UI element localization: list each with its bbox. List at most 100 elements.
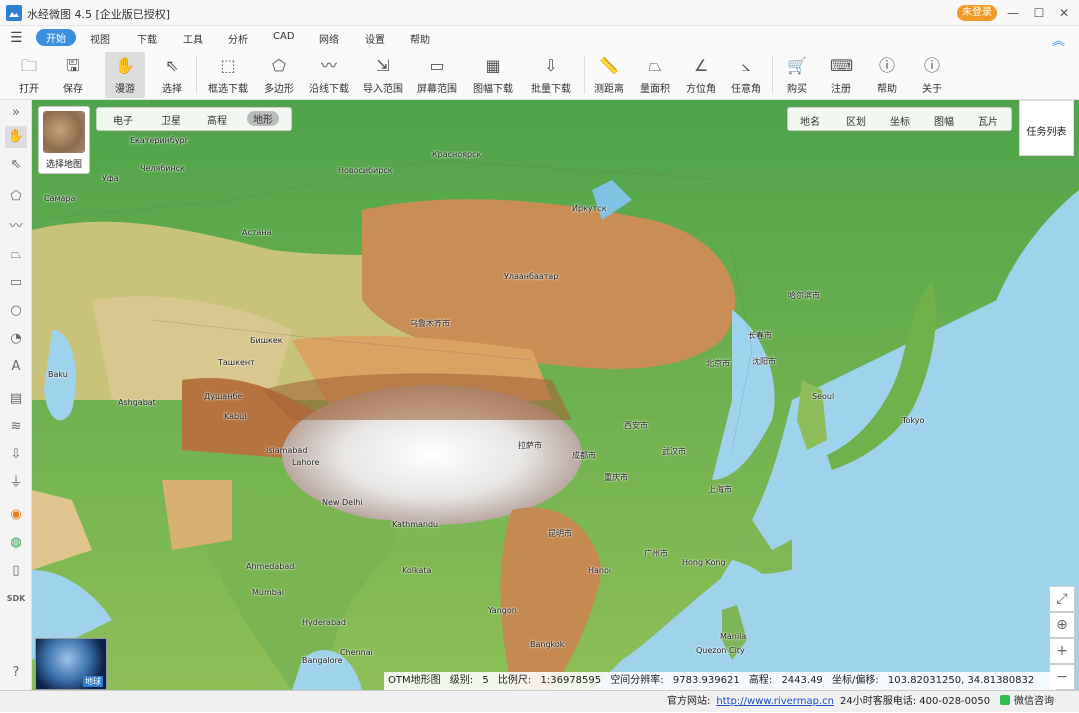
- map-label: 广州市: [644, 549, 668, 558]
- help-button[interactable]: ⓘ 帮助: [870, 52, 904, 98]
- hamburger-menu-icon[interactable]: ☰: [10, 30, 23, 46]
- select-map-button[interactable]: 选择地图: [38, 106, 90, 174]
- save-button[interactable]: 🖫 保存: [56, 52, 90, 98]
- screen-range-button[interactable]: ▭ 屏幕范围: [414, 52, 460, 98]
- locate-icon[interactable]: ⊕: [1049, 612, 1075, 638]
- map-label: Уфа: [102, 174, 119, 183]
- azimuth-button[interactable]: ∠ 方位角: [682, 52, 720, 98]
- help-icon[interactable]: ?: [5, 662, 27, 684]
- menu-start[interactable]: 开始: [36, 29, 76, 46]
- menu-view[interactable]: 视图: [90, 31, 110, 46]
- app-logo-icon: [6, 5, 22, 21]
- map-thumbnail: [43, 111, 85, 153]
- arc-icon[interactable]: ◔: [5, 328, 27, 350]
- layer-divisions[interactable]: 区划: [846, 113, 866, 128]
- line-download-button[interactable]: 〰沿线下载: [306, 52, 352, 98]
- map-label: Tokyo: [902, 416, 925, 425]
- any-angle-button[interactable]: ⦣ 任意角: [727, 52, 765, 98]
- open-button[interactable]: 🗀 打开: [12, 52, 46, 98]
- menu-help[interactable]: 帮助: [410, 31, 430, 46]
- text-icon[interactable]: A: [5, 356, 27, 378]
- earth-icon[interactable]: ◍: [5, 532, 27, 554]
- menu-settings[interactable]: 设置: [365, 31, 385, 46]
- grid-icon: ▦: [485, 56, 501, 75]
- batch-download-icon: ⇩: [544, 56, 558, 75]
- map-label: Hyderabad: [302, 618, 346, 627]
- collapse-ribbon-icon[interactable]: ︽: [1052, 30, 1065, 49]
- window-title: 水经微图 4.5 [企业版已授权]: [27, 8, 171, 21]
- menu-cad[interactable]: CAD: [273, 31, 295, 42]
- layer-tiles[interactable]: 瓦片: [978, 113, 998, 128]
- maptype-satellite[interactable]: 卫星: [161, 112, 181, 127]
- measure-area-button[interactable]: ⏢ 量面积: [636, 52, 674, 98]
- ruler-icon[interactable]: ⏚: [5, 472, 27, 494]
- polygon-button[interactable]: ⬠ 多边形: [260, 52, 298, 98]
- register-label: 注册: [831, 84, 851, 95]
- zoom-in-button[interactable]: +: [1049, 638, 1075, 664]
- layer-placenames[interactable]: 地名: [800, 113, 820, 128]
- import-range-label: 导入范围: [363, 84, 403, 95]
- maximize-button[interactable]: ☐: [1028, 3, 1050, 23]
- hand-icon[interactable]: ✋: [5, 126, 27, 148]
- about-button[interactable]: ⓘ 关于: [915, 52, 949, 98]
- minimize-button[interactable]: —: [1002, 3, 1024, 23]
- measure-distance-button[interactable]: 📏 测距离: [590, 52, 628, 98]
- save-icon[interactable]: ▤: [5, 388, 27, 410]
- menu-download[interactable]: 下载: [137, 31, 157, 46]
- download-icon[interactable]: ⇩: [5, 444, 27, 466]
- expand-icon[interactable]: »: [5, 102, 27, 124]
- map-label: 沈阳市: [752, 357, 776, 366]
- import-range-button[interactable]: ⇲ 导入范围: [360, 52, 406, 98]
- box-download-button[interactable]: ⬚ 框选下载: [204, 52, 252, 98]
- batch-download-button[interactable]: ⇩ 批量下载: [526, 52, 576, 98]
- coord-label: 坐标/偏移:: [831, 675, 879, 686]
- map-label: Bangkok: [530, 640, 565, 649]
- layer-coordinates[interactable]: 坐标: [890, 113, 910, 128]
- map-label: Kabul: [224, 412, 247, 421]
- cursor-icon[interactable]: ⇖: [5, 154, 27, 176]
- map-label: Екатеринбург: [130, 136, 189, 145]
- register-button[interactable]: ⌨ 注册: [824, 52, 858, 98]
- wechat-consult-button[interactable]: 微信咨询: [1000, 691, 1054, 713]
- fullscreen-icon[interactable]: ⤢: [1049, 586, 1075, 612]
- task-list-button[interactable]: 任务列表: [1019, 100, 1074, 156]
- login-button[interactable]: 未登录: [957, 5, 997, 21]
- globe-icon[interactable]: ◉: [5, 504, 27, 526]
- sheet-download-button[interactable]: ▦ 图幅下载: [468, 52, 518, 98]
- sdk-button[interactable]: SDK: [5, 588, 27, 610]
- maptype-electronic[interactable]: 电子: [113, 112, 133, 127]
- phone-icon[interactable]: ▯: [5, 560, 27, 582]
- rect-icon[interactable]: ▭: [5, 272, 27, 294]
- purchase-button[interactable]: 🛒 购买: [780, 52, 814, 98]
- map-canvas[interactable]: 选择地图 电子 卫星 高程 地形 地名 区划 坐标 图幅 瓦片 任务列表 Ека…: [32, 100, 1079, 690]
- maptype-elevation[interactable]: 高程: [207, 112, 227, 127]
- globe-overview[interactable]: 地球: [35, 638, 107, 690]
- area-icon[interactable]: ⏢: [5, 244, 27, 266]
- map-label: Иркутск: [572, 204, 607, 213]
- close-button[interactable]: ✕: [1053, 3, 1075, 23]
- elevation-label: 高程:: [748, 675, 773, 686]
- menu-analysis[interactable]: 分析: [228, 31, 248, 46]
- circle-icon[interactable]: ○: [5, 300, 27, 322]
- import-icon: ⇲: [376, 56, 390, 75]
- box-download-icon: ⬚: [220, 56, 236, 75]
- layer-sheets[interactable]: 图幅: [934, 113, 954, 128]
- map-label: Lahore: [292, 458, 320, 467]
- stack-icon[interactable]: ≋: [5, 416, 27, 438]
- map-label: Yangon: [488, 606, 517, 615]
- map-label: Красноярск: [432, 150, 482, 159]
- maptype-terrain[interactable]: 地形: [247, 111, 279, 126]
- menu-network[interactable]: 网络: [319, 31, 339, 46]
- website-link[interactable]: http://www.rivermap.cn: [716, 696, 834, 707]
- line-icon[interactable]: 〰: [5, 216, 27, 238]
- open-label: 打开: [19, 84, 39, 95]
- select-button[interactable]: ⇖ 选择: [155, 52, 189, 98]
- website-label: 官方网站:: [667, 696, 711, 707]
- map-label: 北京市: [706, 359, 730, 368]
- scale-value: 1:36978595: [540, 675, 602, 686]
- polygon-icon[interactable]: ⬠: [5, 186, 27, 208]
- menu-tools[interactable]: 工具: [183, 31, 203, 46]
- elevation-value: 2443.49: [781, 675, 823, 686]
- pan-button[interactable]: ✋ 漫游: [105, 52, 145, 98]
- map-label: Новосибирск: [338, 166, 393, 175]
